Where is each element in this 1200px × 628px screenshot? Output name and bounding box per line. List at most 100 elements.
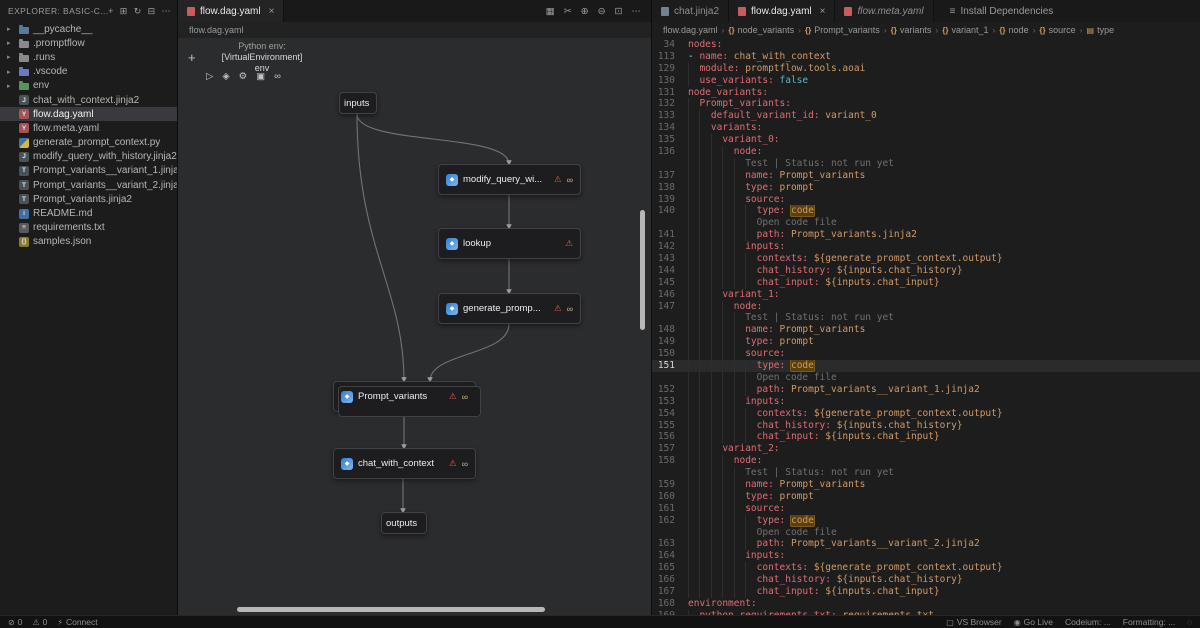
code-line-142[interactable]: 142 inputs: [652,241,1200,254]
codelens-line[interactable]: Open code file [652,526,1200,539]
code-line-134[interactable]: 134 variants: [652,122,1200,135]
status-error-count[interactable]: ⊘ 0 [8,617,22,627]
code-line-132[interactable]: 132 Prompt_variants: [652,98,1200,111]
tree-file-flow.meta.yaml[interactable]: Yflow.meta.yaml [0,121,177,135]
tree-file-samples.json[interactable]: {} samples.json [0,235,177,249]
status-notifications-icon[interactable]: ◌ [1187,618,1192,627]
close-icon[interactable]: × [269,6,275,17]
new-file-icon[interactable]: + [108,6,114,17]
layout-icon[interactable]: ▦ [546,6,555,17]
code-line-166[interactable]: 166 chat_history: ${inputs.chat_history} [652,574,1200,586]
tree-file-Prompt_variants.jinja2[interactable]: T Prompt_variants.jinja2 [0,192,177,206]
code-line-129[interactable]: 129 module: promptflow.tools.aoai [652,62,1200,75]
tab-flow-meta-yaml[interactable]: flow.meta.yaml [835,0,934,22]
zoom-in-icon[interactable]: ⊕ [581,6,589,17]
codelens-line[interactable]: Open code file [652,217,1200,230]
split-editor-icon[interactable]: ✂ [564,6,572,17]
breadcrumb-item-node_variants[interactable]: {} node_variants [728,25,794,35]
dag-breadcrumb[interactable]: flow.dag.yaml [178,22,651,38]
tree-folder-__pycache__[interactable]: ▸ __pycache__ [0,22,177,36]
status-codeium[interactable]: Codeium: ... [1065,617,1111,627]
run-icon[interactable]: ▷ [206,71,213,82]
install-dependencies-button[interactable]: ≡ Install Dependencies [950,0,1054,22]
dag-node-inputs[interactable]: inputs [339,92,377,114]
tree-folder-.runs[interactable]: ▸ .runs [0,50,177,64]
code-line-163[interactable]: 163 path: Prompt_variants__variant_2.jinj… [652,538,1200,551]
code-line-165[interactable]: 165 contexts: ${generate_prompt_context.o… [652,562,1200,575]
code-line-131[interactable]: 131 node_variants: [652,87,1200,99]
code-line-155[interactable]: 155 chat_history: ${inputs.chat_history} [652,419,1200,432]
code-line-130[interactable]: 130 use_variants: false [652,74,1200,87]
dag-node-lookup[interactable]: ◆ lookup ⚠ [438,228,581,259]
code-line-147[interactable]: 147 node: [652,300,1200,313]
breadcrumb-item-source[interactable]: {} source [1039,25,1075,35]
tree-folder-.promptflow[interactable]: ▸ .promptflow [0,36,177,50]
breadcrumb-item-Prompt_variants[interactable]: {} Prompt_variants [805,25,880,35]
status-connect-button[interactable]: ⚡ Connect [57,617,97,627]
test-icon[interactable]: ◈ [222,71,229,82]
code-line-157[interactable]: 157 variant_2: [652,443,1200,456]
close-icon[interactable]: × [820,6,826,17]
code-line-151[interactable]: 151 type: code [652,360,1200,372]
code-line-150[interactable]: 150 source: [652,348,1200,361]
tree-file-generate_prompt_context.py[interactable]: generate_prompt_context.py [0,136,177,150]
zoom-out-icon[interactable]: ⊖ [598,6,606,17]
code-line-167[interactable]: 167 chat_input: ${inputs.chat_input} [652,585,1200,598]
code-line-135[interactable]: 135 variant_0: [652,134,1200,147]
codelens-line[interactable]: Test | Status: not run yet [652,157,1200,170]
code-line-136[interactable]: 136 node: [652,146,1200,158]
tree-file-Prompt_variants__variant_1.jinja2[interactable]: T Prompt_variants__variant_1.jinja2 [0,164,177,178]
code-line-168[interactable]: 168 environment: [652,598,1200,610]
code-line-137[interactable]: 137 name: Prompt_variants [652,169,1200,182]
codelens-line[interactable]: Test | Status: not run yet [652,467,1200,479]
code-line-145[interactable]: 145 chat_input: ${inputs.chat_input} [652,276,1200,289]
tree-file-README.md[interactable]: i README.md [0,206,177,220]
tree-file-flow.dag.yaml[interactable]: Yflow.dag.yaml [0,107,177,122]
tree-file-requirements.txt[interactable]: ≡ requirements.txt [0,221,177,235]
more-actions-icon[interactable]: ⋯ [162,6,171,17]
tree-folder-.vscode[interactable]: ▸ .vscode [0,65,177,79]
code-line-161[interactable]: 161 source: [652,502,1200,515]
code-line-34[interactable]: 34 nodes: [652,39,1200,51]
dag-node-chat_with_context[interactable]: ◆ chat_with_context ⚠ ∞ [333,448,476,479]
code-line-162[interactable]: 162 type: code [652,514,1200,527]
tree-folder-env[interactable]: ▸ env [0,79,177,93]
breadcrumb-item-node[interactable]: {} node [999,25,1028,35]
refresh-icon[interactable]: ↻ [134,6,142,17]
dag-canvas[interactable]: Python env: [VirtualEnvironment] env + ▷… [178,38,651,615]
dag-node-outputs[interactable]: outputs [381,512,427,534]
add-node-button[interactable]: + [188,50,196,65]
code-line-156[interactable]: 156 chat_input: ${inputs.chat_input} [652,431,1200,444]
code-line-164[interactable]: 164 inputs: [652,550,1200,563]
more-actions-icon[interactable]: ⋯ [632,6,642,17]
tab-flow-dag-yaml[interactable]: flow.dag.yaml × [729,0,836,22]
tree-file-Prompt_variants__variant_2.jinja2[interactable]: T Prompt_variants__variant_2.jinja2 [0,178,177,192]
code-line-138[interactable]: 138 type: prompt [652,181,1200,194]
tree-file-chat_with_context.jinja2[interactable]: Jchat_with_context.jinja2 [0,93,177,107]
code-line-159[interactable]: 159 name: Prompt_variants [652,478,1200,491]
dag-node-generate_prompt_context[interactable]: ◆ generate_promp... ⚠ ∞ [438,293,581,324]
breadcrumb-item[interactable]: flow.dag.yaml [189,25,244,35]
tree-file-modify_query_with_history.jinja2[interactable]: Jmodify_query_with_history.jinja2 [0,150,177,164]
codelens-line[interactable]: Open code file [652,371,1200,384]
code-line-143[interactable]: 143 contexts: ${generate_prompt_context.o… [652,253,1200,265]
status-warning-count[interactable]: ⚠ 0 [32,617,47,627]
code-line-154[interactable]: 154 contexts: ${generate_prompt_context.o… [652,407,1200,420]
code-line-139[interactable]: 139 source: [652,193,1200,206]
export-icon[interactable]: ▣ [256,71,265,82]
status-formatting[interactable]: Formatting: ... [1123,617,1175,627]
code-line-140[interactable]: 140 type: code [652,205,1200,218]
code-line-141[interactable]: 141 path: Prompt_variants.jinja2 [652,229,1200,242]
breadcrumb-item-flow.dag.yaml[interactable]: flow.dag.yaml [663,25,718,35]
link-icon[interactable]: ∞ [274,71,281,82]
collapse-all-icon[interactable]: ⊟ [148,6,156,17]
horizontal-scrollbar[interactable] [237,607,545,612]
code-line-152[interactable]: 152 path: Prompt_variants__variant_1.jinj… [652,383,1200,396]
tab-chat-jinja2[interactable]: chat.jinja2 [652,0,730,22]
code-line-160[interactable]: 160 type: prompt [652,490,1200,503]
breadcrumb-item-type[interactable]: ▤ type [1087,25,1115,35]
status-vs-browser[interactable]: ▢ VS Browser [946,617,1001,627]
code-line-113[interactable]: 113 - name: chat_with_context [652,51,1200,63]
fit-view-icon[interactable]: ⊡ [615,6,623,17]
breadcrumb-item-variants[interactable]: {} variants [891,25,932,35]
